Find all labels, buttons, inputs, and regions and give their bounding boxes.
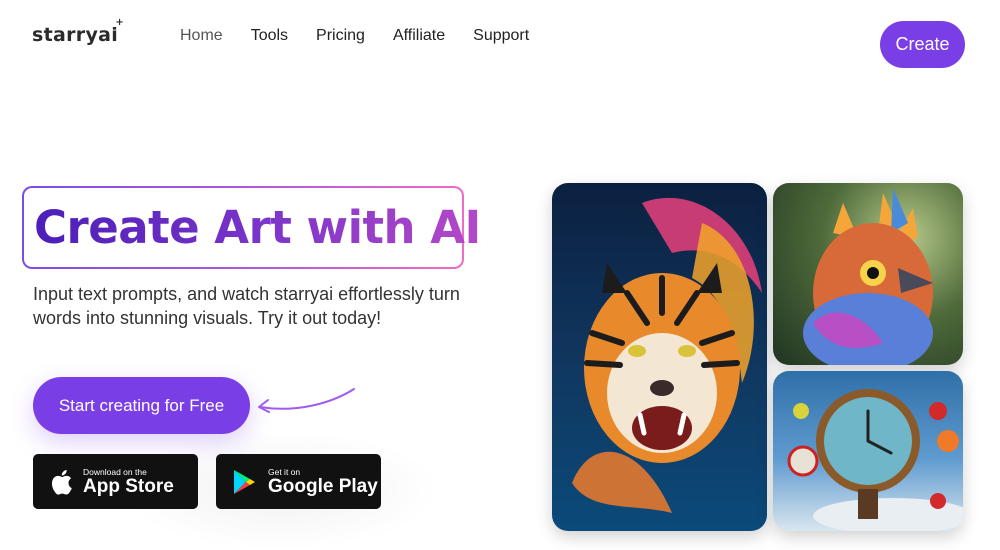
logo-text: starryai	[32, 24, 119, 46]
apple-icon	[51, 469, 72, 495]
nav-affiliate[interactable]: Affiliate	[393, 27, 445, 45]
clock-artwork-image	[773, 371, 963, 531]
hero-subtitle: Input text prompts, and watch starryai e…	[33, 284, 460, 328]
logo[interactable]: starryai +	[32, 17, 124, 46]
create-button[interactable]: Create	[880, 21, 965, 68]
nav-support[interactable]: Support	[473, 27, 529, 45]
main-nav: Home Tools Pricing Affiliate Support	[180, 27, 529, 45]
google-play-button[interactable]: Get it on Google Play	[216, 454, 381, 509]
app-store-big: App Store	[83, 475, 174, 497]
hero-title-frame: Create Art with AI	[22, 186, 481, 269]
arrow-icon	[258, 388, 355, 413]
google-play-big: Google Play	[268, 475, 378, 497]
start-creating-button[interactable]: Start creating for Free	[33, 377, 250, 434]
hero-title: Create Art with AI	[34, 201, 481, 254]
nav-tools[interactable]: Tools	[251, 27, 288, 45]
bird-artwork-image	[773, 183, 963, 365]
google-play-small: Get it on	[268, 466, 301, 477]
nav-pricing[interactable]: Pricing	[316, 27, 365, 45]
logo-spark-icon: +	[115, 17, 125, 28]
nav-home[interactable]: Home	[180, 27, 223, 45]
app-store-small: Download on the	[83, 466, 147, 477]
tiger-artwork-image	[552, 183, 767, 531]
google-play-icon	[234, 469, 255, 494]
app-store-button[interactable]: Download on the App Store	[33, 454, 198, 509]
